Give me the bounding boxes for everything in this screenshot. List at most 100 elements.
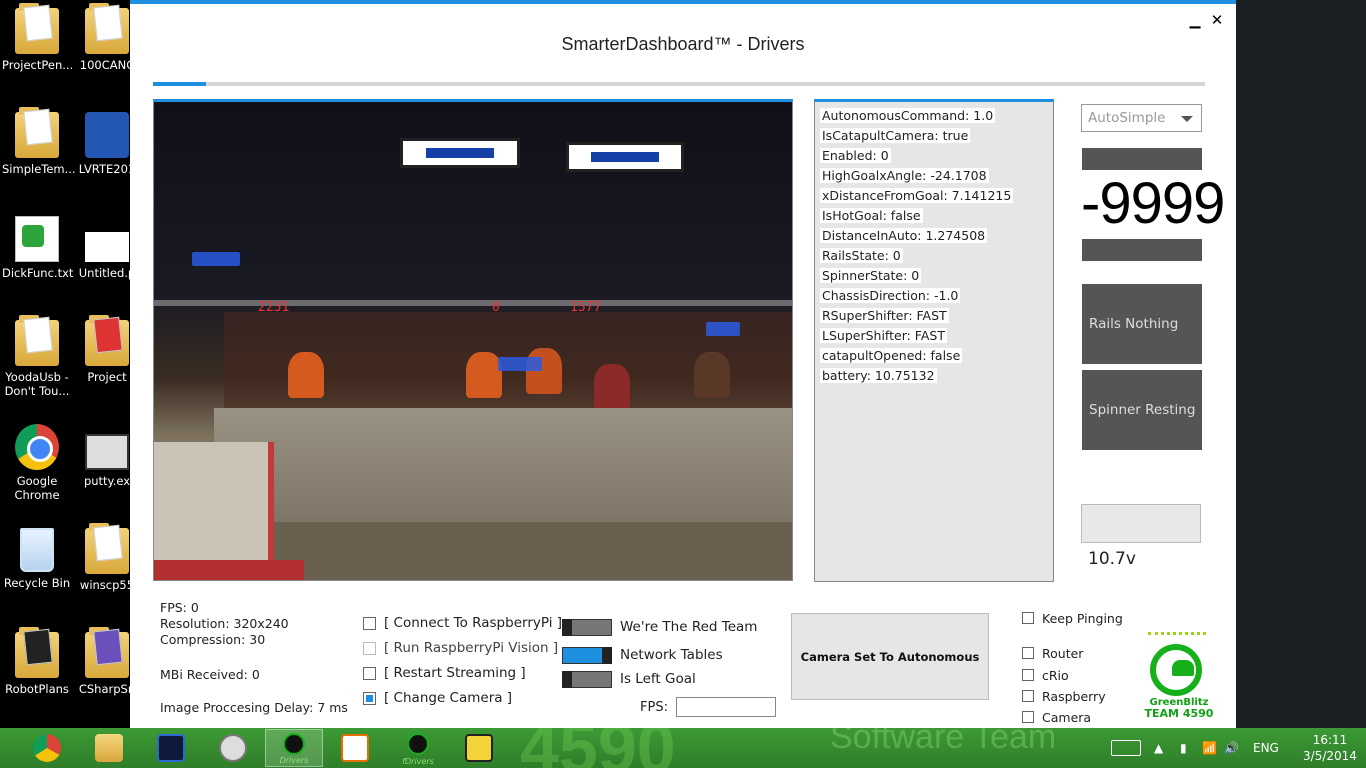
app-icon [219,734,247,762]
network-tables-toggle[interactable]: Network Tables [562,646,723,664]
taskbar-app-drivers[interactable]: Drivers [265,729,323,767]
checkbox-label: Router [1042,645,1084,661]
desktop-icon[interactable]: DickFunc.txt [2,216,74,280]
keyboard-icon[interactable] [1111,728,1141,768]
toggle-label: We're The Red Team [620,619,758,635]
taskbar-app[interactable] [204,729,262,767]
greenblitz-icon [283,733,305,755]
network-value-text: DistanceInAuto: 1.274508 [820,228,988,243]
keep-pinging-checkbox[interactable]: Keep Pinging [1022,610,1123,626]
checkbox-label: [ Connect To RaspberryPi ] [384,615,563,631]
network-value-row: Enabled: 0 [820,146,1053,166]
autonomous-select[interactable]: AutoSimple [1081,104,1202,132]
ping-camera-checkbox[interactable]: Camera [1022,709,1091,725]
taskbar-app-label: Drivers [279,756,309,765]
toggle-switch [562,618,612,636]
fps-field-label: FPS: [640,700,668,715]
close-button[interactable]: ✕ [1210,11,1224,29]
taskbar-watermark-sub: Software Team [830,728,1057,756]
indicator-bar [1082,239,1202,261]
camera-autonomous-button[interactable]: Camera Set To Autonomous [791,613,989,700]
compression-stat: Compression: 30 [160,632,266,647]
ping-raspberry-checkbox[interactable]: Raspberry [1022,688,1106,704]
arena-wall [214,408,792,528]
desktop-icon[interactable]: SimpleTem... [2,107,76,176]
network-value-text: IsCatapultCamera: true [820,128,971,143]
taskbar-app-explorer[interactable] [80,729,138,767]
arena-screen [706,322,740,336]
folder-icon [85,315,129,366]
spectator [466,352,502,398]
taskbar-app-chrome[interactable] [18,729,76,767]
folder-icon [15,107,59,158]
run-vision-checkbox[interactable]: [ Run RaspberryPi Vision ] [363,639,558,657]
network-value-text: AutonomousCommand: 1.0 [820,108,996,123]
checkbox-label: [ Run RaspberryPi Vision ] [384,640,559,656]
change-camera-checkbox[interactable]: [ Change Camera ] [363,689,512,707]
network-icon[interactable]: 📶 [1202,728,1217,768]
network-value-text: catapultOpened: false [820,348,963,363]
taskbar-app-visual-studio[interactable] [142,729,200,767]
robot [154,442,304,580]
checkbox-box [363,616,376,630]
desktop-icon[interactable]: Google Chrome [2,424,72,502]
taskbar-app-fdrivers[interactable]: fDrivers [389,729,447,767]
desktop-icon-label: Recycle Bin [3,576,71,590]
checkbox-label: Camera [1042,709,1092,725]
show-hidden-icons-icon[interactable]: ▲ [1154,728,1163,768]
network-value-row: DistanceInAuto: 1.274508 [820,226,1053,246]
desktop-icon-label: DickFunc.txt [2,266,74,280]
spinner-state-tile: Spinner Resting [1082,370,1202,450]
folder-icon [15,315,59,366]
desktop-icon-label: Google Chrome [14,474,60,502]
resolution-stat: Resolution: 320x240 [160,616,289,631]
minimize-button[interactable]: ▁ [1188,14,1202,28]
battery-label: 10.7v [1088,549,1136,569]
network-value-row: SpinnerState: 0 [820,266,1053,286]
battery-icon[interactable]: ▮ [1180,728,1187,768]
folder-icon [15,627,59,678]
clock-time: 16:11 [1312,733,1348,747]
taskbar-app-java[interactable] [326,729,384,767]
stream-stats: FPS: 0 Resolution: 320x240 Compression: … [160,600,289,648]
network-value-row: RailsState: 0 [820,246,1053,266]
network-value-text: xDistanceFromGoal: 7.141215 [820,188,1014,203]
chevron-down-icon [1181,116,1193,122]
taskbar-clock[interactable]: 16:11 3/5/2014 [1300,732,1360,764]
network-value-text: battery: 10.75132 [820,368,937,383]
labview-icon [465,734,493,762]
spectator [594,364,630,410]
processing-delay-stat: Image Proccesing Delay: 7 ms [160,700,348,715]
scoreboard-value: 1577 [570,300,602,315]
desktop-icon[interactable]: YoodaUsb - Don't Tou... [2,315,72,398]
taskbar-app-labview[interactable] [450,729,508,767]
volume-icon[interactable]: 🔊 [1224,728,1239,768]
taskbar-app-label: fDrivers [402,757,434,766]
restart-streaming-checkbox[interactable]: [ Restart Streaming ] [363,664,526,682]
ping-router-checkbox[interactable]: Router [1022,645,1083,661]
desktop-icon[interactable]: RobotPlans [2,627,72,696]
spectator [288,352,324,398]
checkbox-box [363,691,376,705]
desktop-icon[interactable]: ProjectPen... [2,3,73,72]
clock-date: 3/5/2014 [1303,749,1357,763]
network-value-text: ChassisDirection: -1.0 [820,288,961,303]
connect-raspberrypi-checkbox[interactable]: [ Connect To RaspberryPi ] [363,614,562,632]
checkbox-label: cRio [1042,667,1069,683]
fps-stat: FPS: 0 [160,600,199,615]
big-number-display: -9999 [1081,171,1225,236]
network-value-row: HighGoalxAngle: -24.1708 [820,166,1053,186]
language-indicator[interactable]: ENG [1253,728,1279,768]
left-goal-toggle[interactable]: Is Left Goal [562,670,696,688]
fps-input[interactable] [676,697,776,717]
ping-crio-checkbox[interactable]: cRio [1022,667,1069,683]
desktop-icon[interactable]: Recycle Bin [2,528,72,590]
network-value-text: IsHotGoal: false [820,208,923,223]
red-team-toggle[interactable]: We're The Red Team [562,618,757,636]
checkbox-box [1022,669,1034,681]
desktop-icon-label: YoodaUsb - Don't Tou... [4,370,70,398]
chrome-icon [33,734,61,762]
network-value-row: IsCatapultCamera: true [820,126,1053,146]
toggle-label: Network Tables [620,647,723,663]
network-value-text: RailsState: 0 [820,248,903,263]
